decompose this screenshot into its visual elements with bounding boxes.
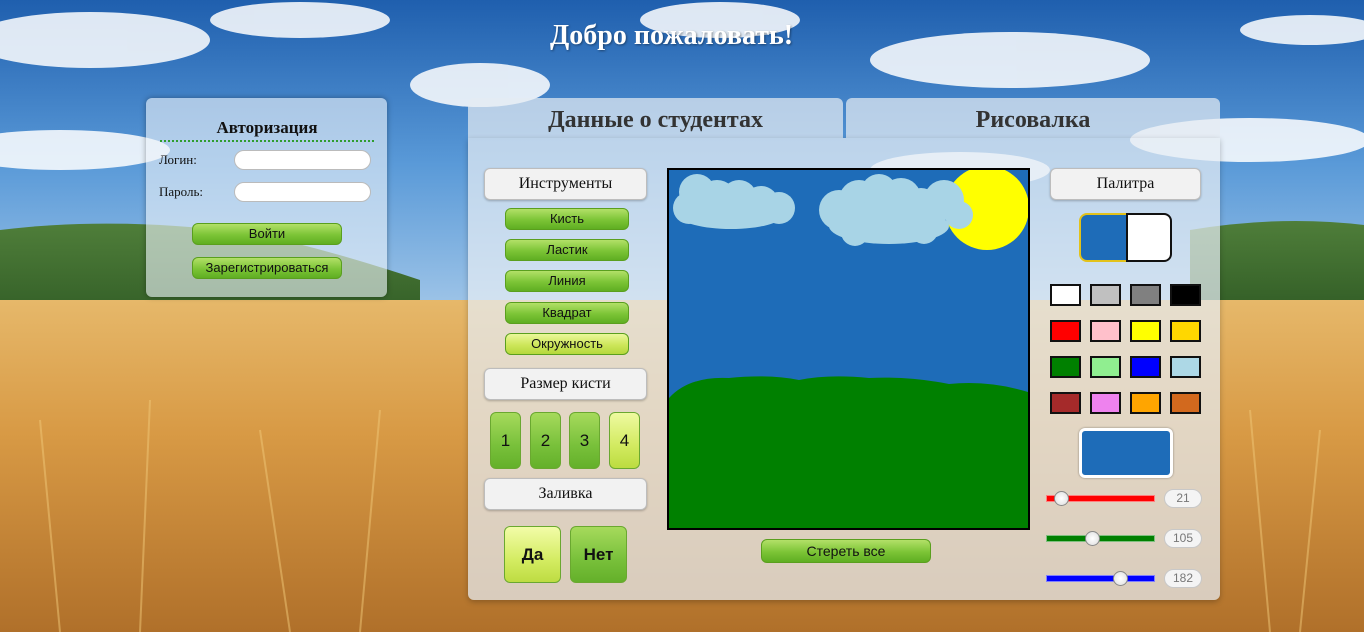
color-swatch[interactable] <box>1170 284 1201 306</box>
brush-size-header: Размер кисти <box>484 368 647 400</box>
login-label: Логин: <box>159 152 197 167</box>
drawing-canvas[interactable] <box>667 168 1030 530</box>
color-swatch[interactable] <box>1090 320 1121 342</box>
red-slider-thumb[interactable] <box>1054 491 1069 506</box>
secondary-color-box[interactable] <box>1126 213 1172 262</box>
color-swatch[interactable] <box>1050 356 1081 378</box>
tool-square-button[interactable]: Квадрат <box>505 302 629 324</box>
brush-size-4-button[interactable]: 4 <box>609 412 640 469</box>
tab-students[interactable]: Данные о студентах <box>468 98 843 138</box>
color-swatch[interactable] <box>1090 356 1121 378</box>
tab-students-label: Данные о студентах <box>548 107 763 133</box>
blue-slider[interactable] <box>1046 570 1155 586</box>
password-label: Пароль: <box>159 184 204 199</box>
password-input[interactable] <box>234 182 371 202</box>
welcome-heading: Добро пожаловать! <box>550 20 794 51</box>
tool-brush-button[interactable]: Кисть <box>505 208 629 230</box>
fill-header: Заливка <box>484 478 647 510</box>
brush-size-2-button[interactable]: 2 <box>530 412 561 469</box>
auth-panel: Авторизация Логин: Пароль: Войти Зарегис… <box>146 98 387 297</box>
register-button[interactable]: Зарегистрироваться <box>192 257 342 279</box>
tool-circle-button[interactable]: Окружность <box>505 333 629 355</box>
color-swatch[interactable] <box>1170 392 1201 414</box>
tab-drawing[interactable]: Рисовалка <box>846 98 1220 138</box>
tools-header: Инструменты <box>484 168 647 200</box>
color-swatch[interactable] <box>1050 284 1081 306</box>
color-swatch[interactable] <box>1090 392 1121 414</box>
color-swatch[interactable] <box>1130 392 1161 414</box>
primary-color-box[interactable] <box>1079 213 1128 262</box>
red-value: 21 <box>1164 489 1202 508</box>
brush-size-1-button[interactable]: 1 <box>490 412 521 469</box>
color-swatch[interactable] <box>1050 320 1081 342</box>
color-preview <box>1079 428 1173 478</box>
clear-all-button[interactable]: Стереть все <box>761 539 931 563</box>
login-button[interactable]: Войти <box>192 223 342 245</box>
tab-drawing-label: Рисовалка <box>975 107 1091 133</box>
drawing-panel: Инструменты Кисть Ластик Линия Квадрат О… <box>468 138 1220 600</box>
color-swatch[interactable] <box>1130 284 1161 306</box>
green-slider[interactable] <box>1046 530 1155 546</box>
fill-yes-button[interactable]: Да <box>504 526 561 583</box>
blue-value: 182 <box>1164 569 1202 588</box>
color-swatch[interactable] <box>1130 320 1161 342</box>
login-input[interactable] <box>234 150 371 170</box>
color-swatch[interactable] <box>1130 356 1161 378</box>
red-slider[interactable] <box>1046 490 1155 506</box>
green-slider-thumb[interactable] <box>1085 531 1100 546</box>
fill-no-button[interactable]: Нет <box>570 526 627 583</box>
color-swatch[interactable] <box>1050 392 1081 414</box>
color-swatch[interactable] <box>1170 320 1201 342</box>
color-swatch[interactable] <box>1170 356 1201 378</box>
auth-title: Авторизация <box>160 118 374 142</box>
tool-eraser-button[interactable]: Ластик <box>505 239 629 261</box>
canvas-drawing <box>669 170 1028 528</box>
palette-header: Палитра <box>1050 168 1201 200</box>
tool-line-button[interactable]: Линия <box>505 270 629 292</box>
color-swatch[interactable] <box>1090 284 1121 306</box>
brush-size-3-button[interactable]: 3 <box>569 412 600 469</box>
green-value: 105 <box>1164 529 1202 548</box>
blue-slider-thumb[interactable] <box>1113 571 1128 586</box>
